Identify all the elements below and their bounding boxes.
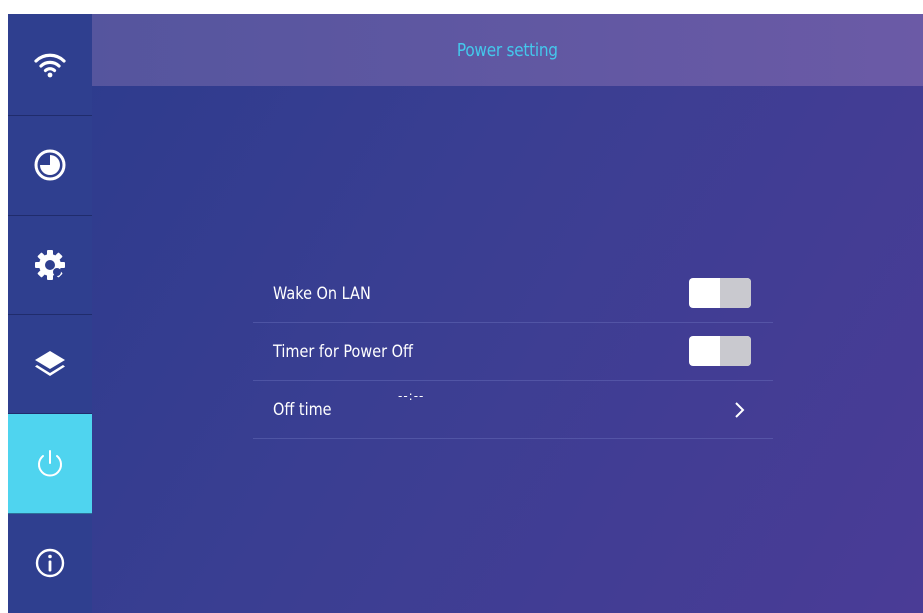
off-time-label: Off time (273, 399, 332, 420)
sidebar-item-display[interactable] (8, 315, 92, 415)
chevron-right-icon[interactable] (733, 400, 747, 420)
wake-on-lan-toggle[interactable] (689, 278, 751, 308)
settings-list: Wake On LAN Timer for Power Off Off time… (253, 265, 773, 439)
clock-icon (34, 149, 66, 181)
toggle-knob (720, 278, 751, 308)
gear-icon (35, 249, 65, 280)
sidebar-item-wifi[interactable] (8, 14, 92, 117)
page-title: Power setting (457, 39, 558, 61)
sidebar (8, 14, 92, 613)
sidebar-item-timer[interactable] (8, 116, 92, 216)
setting-row-off-time[interactable]: Off time --:-- (253, 381, 773, 439)
sidebar-item-settings[interactable] (8, 216, 92, 315)
setting-row-timer-power-off: Timer for Power Off (253, 323, 773, 381)
device-screen: Power setting Wake On LAN Timer for Powe… (8, 14, 923, 613)
layers-icon (35, 351, 65, 377)
timer-power-off-label: Timer for Power Off (273, 341, 413, 362)
wake-on-lan-label: Wake On LAN (273, 283, 371, 304)
toggle-knob (720, 336, 751, 366)
info-icon (35, 549, 65, 578)
sidebar-item-info[interactable] (8, 514, 92, 613)
sidebar-item-power[interactable] (8, 414, 92, 514)
off-time-value: --:-- (398, 389, 425, 403)
header-bar: Power setting (92, 14, 923, 86)
wifi-icon (34, 53, 66, 78)
timer-power-off-toggle[interactable] (689, 336, 751, 366)
power-icon (38, 449, 62, 476)
setting-row-wake-on-lan: Wake On LAN (253, 265, 773, 323)
